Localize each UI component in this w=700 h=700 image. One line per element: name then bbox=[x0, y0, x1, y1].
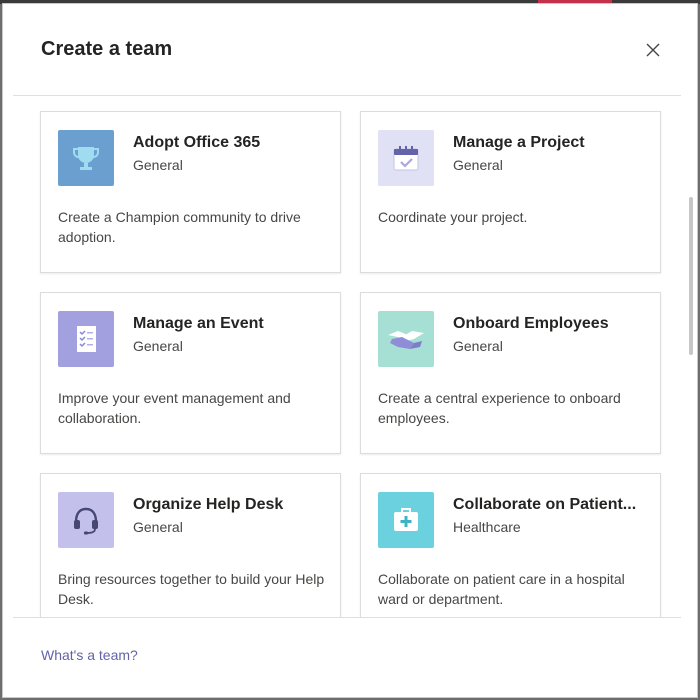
card-category: General bbox=[133, 519, 183, 535]
template-card-collaborate-on-patient[interactable]: Collaborate on Patient... Healthcare Col… bbox=[360, 473, 661, 617]
card-title: Collaborate on Patient... bbox=[453, 496, 637, 513]
card-title: Onboard Employees bbox=[453, 315, 609, 332]
card-description: Create a Champion community to drive ado… bbox=[58, 209, 301, 245]
card-category: General bbox=[453, 157, 503, 173]
close-icon bbox=[646, 43, 660, 57]
card-title: Adopt Office 365 bbox=[133, 134, 261, 151]
card-category: General bbox=[133, 338, 183, 354]
card-description: Coordinate your project. bbox=[378, 209, 528, 225]
template-card-manage-a-project[interactable]: Manage a Project General Coordinate your… bbox=[360, 111, 661, 273]
card-description: Collaborate on patient care in a hospita… bbox=[378, 571, 625, 607]
create-team-dialog: Create a team Adopt Office 365 General C… bbox=[2, 3, 698, 698]
headset-icon bbox=[58, 492, 114, 548]
card-description: Bring resources together to build your H… bbox=[58, 571, 325, 607]
card-title: Manage a Project bbox=[453, 134, 585, 151]
card-description: Create a central experience to onboard e… bbox=[378, 390, 621, 426]
team-templates-list: Adopt Office 365 General Create a Champi… bbox=[3, 96, 697, 617]
checklist-icon bbox=[58, 311, 114, 367]
card-description: Improve your event management and collab… bbox=[58, 390, 291, 426]
calendar-icon bbox=[378, 130, 434, 186]
medical-kit-icon bbox=[378, 492, 434, 548]
template-card-adopt-office-365[interactable]: Adopt Office 365 General Create a Champi… bbox=[40, 111, 341, 273]
card-category: General bbox=[133, 157, 183, 173]
footer-divider bbox=[13, 617, 681, 618]
dialog-title: Create a team bbox=[41, 38, 173, 60]
card-category: Healthcare bbox=[453, 519, 521, 535]
whats-a-team-link[interactable]: What's a team? bbox=[41, 647, 138, 663]
template-card-organize-help-desk[interactable]: Organize Help Desk General Bring resourc… bbox=[40, 473, 341, 617]
card-title: Manage an Event bbox=[133, 315, 264, 332]
scrollbar-thumb[interactable] bbox=[689, 197, 693, 355]
template-card-onboard-employees[interactable]: Onboard Employees General Create a centr… bbox=[360, 292, 661, 454]
close-button[interactable] bbox=[639, 36, 667, 64]
card-title: Organize Help Desk bbox=[133, 496, 284, 513]
trophy-icon bbox=[58, 130, 114, 186]
card-category: General bbox=[453, 338, 503, 354]
handshake-icon bbox=[378, 311, 434, 367]
template-card-manage-an-event[interactable]: Manage an Event General Improve your eve… bbox=[40, 292, 341, 454]
